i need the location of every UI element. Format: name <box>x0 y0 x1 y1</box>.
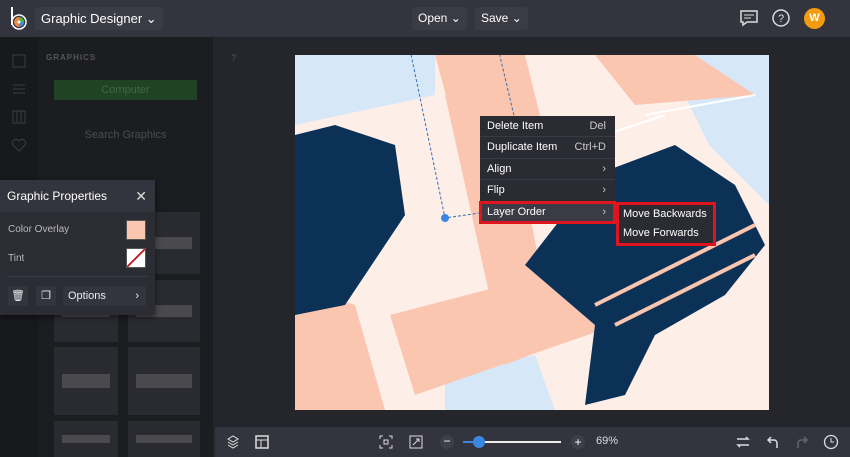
save-label: Save <box>481 11 509 25</box>
swap-icon[interactable] <box>735 434 751 450</box>
menu-label: Duplicate Item <box>487 141 558 154</box>
menu-label: Delete Item <box>487 120 544 132</box>
context-menu: Delete Item Del Duplicate Item Ctrl+D Alig… <box>479 116 616 224</box>
duplicate-button[interactable]: ❐ <box>36 286 56 306</box>
zoom-slider[interactable] <box>463 436 561 448</box>
app-logo[interactable] <box>8 6 30 30</box>
app-name-dropdown[interactable]: Graphic Designer ⌄ <box>35 7 163 30</box>
chevron-down-icon: ⌄ <box>450 11 461 25</box>
help-icon[interactable]: ? <box>231 53 236 63</box>
menu-shortcut: Ctrl+D <box>574 141 606 154</box>
menu-label: Layer Order <box>487 205 546 218</box>
menu-item-align[interactable]: Align › <box>480 159 615 181</box>
help-icon[interactable]: ? <box>771 8 791 28</box>
menu-item-move-forwards[interactable]: Move Forwards <box>619 224 713 243</box>
panel-title: GRAPHICS <box>46 53 97 62</box>
menu-item-move-backwards[interactable]: Move Backwards <box>619 205 713 224</box>
zoom-level: 69% <box>596 435 619 447</box>
graphic-thumbnail[interactable] <box>128 421 200 457</box>
expand-icon[interactable] <box>408 434 424 450</box>
layout-icon[interactable] <box>11 109 27 125</box>
chevron-right-icon: › <box>602 162 606 175</box>
bottom-toolbar: − + 69% <box>215 427 850 457</box>
undo-icon[interactable] <box>765 434 781 450</box>
menu-shortcut: Del <box>589 120 606 132</box>
zoom-in-button[interactable]: + <box>571 435 585 449</box>
zoom-out-button[interactable]: − <box>440 435 454 449</box>
duplicate-icon: ❐ <box>41 290 51 302</box>
open-label: Open <box>418 11 448 25</box>
svg-text:?: ? <box>778 13 784 25</box>
text-icon[interactable] <box>11 81 27 97</box>
graphic-properties-panel: Graphic Properties ✕ Color Overlay Tint … <box>0 180 155 315</box>
menu-item-layer-order[interactable]: Layer Order › <box>479 200 616 224</box>
layer-order-submenu: Move Backwards Move Forwards <box>616 202 716 246</box>
avatar[interactable]: W <box>804 8 825 29</box>
layers-icon[interactable] <box>225 434 241 450</box>
chevron-down-icon: ⌄ <box>145 11 157 26</box>
menu-label: Align <box>487 162 512 175</box>
top-bar: Graphic Designer ⌄ Open ⌄ Save ⌄ ? W <box>0 0 850 37</box>
close-icon[interactable]: ✕ <box>135 188 147 204</box>
redo-icon[interactable] <box>794 434 810 450</box>
menu-label: Flip <box>487 184 505 197</box>
zoom-slider-handle[interactable] <box>473 436 485 448</box>
chevron-down-icon: ⌄ <box>511 11 522 25</box>
heart-icon[interactable] <box>11 137 27 153</box>
options-label: Options <box>68 290 106 302</box>
menu-item-flip[interactable]: Flip › <box>480 180 615 202</box>
computer-upload-button[interactable]: Computer <box>54 80 197 100</box>
open-button[interactable]: Open ⌄ <box>412 7 467 30</box>
color-overlay-label: Color Overlay <box>8 224 70 235</box>
trash-icon: 🗑 <box>11 290 25 302</box>
chevron-right-icon: › <box>602 205 606 218</box>
save-button[interactable]: Save ⌄ <box>475 7 528 30</box>
color-overlay-swatch[interactable] <box>126 220 146 240</box>
menu-item-duplicate[interactable]: Duplicate Item Ctrl+D <box>480 137 615 159</box>
graphic-thumbnail[interactable] <box>128 347 200 415</box>
template-icon[interactable] <box>254 434 270 450</box>
options-button[interactable]: Options › <box>63 286 146 306</box>
chevron-right-icon: › <box>602 184 606 197</box>
fit-screen-icon[interactable] <box>378 434 394 450</box>
delete-button[interactable]: 🗑 <box>8 286 28 306</box>
tint-label: Tint <box>8 253 25 264</box>
graphic-thumbnail[interactable] <box>54 347 118 415</box>
chevron-right-icon: › <box>135 290 139 302</box>
upload-icon[interactable] <box>11 53 27 69</box>
menu-item-delete[interactable]: Delete Item Del <box>480 116 615 138</box>
comment-icon[interactable] <box>739 8 759 28</box>
properties-title: Graphic Properties <box>0 180 155 212</box>
graphic-thumbnail[interactable] <box>54 421 118 457</box>
app-name: Graphic Designer <box>41 11 143 26</box>
tint-swatch[interactable] <box>126 248 146 268</box>
divider <box>8 276 147 277</box>
history-icon[interactable] <box>823 434 839 450</box>
search-graphics-input[interactable]: Search Graphics <box>54 125 197 145</box>
